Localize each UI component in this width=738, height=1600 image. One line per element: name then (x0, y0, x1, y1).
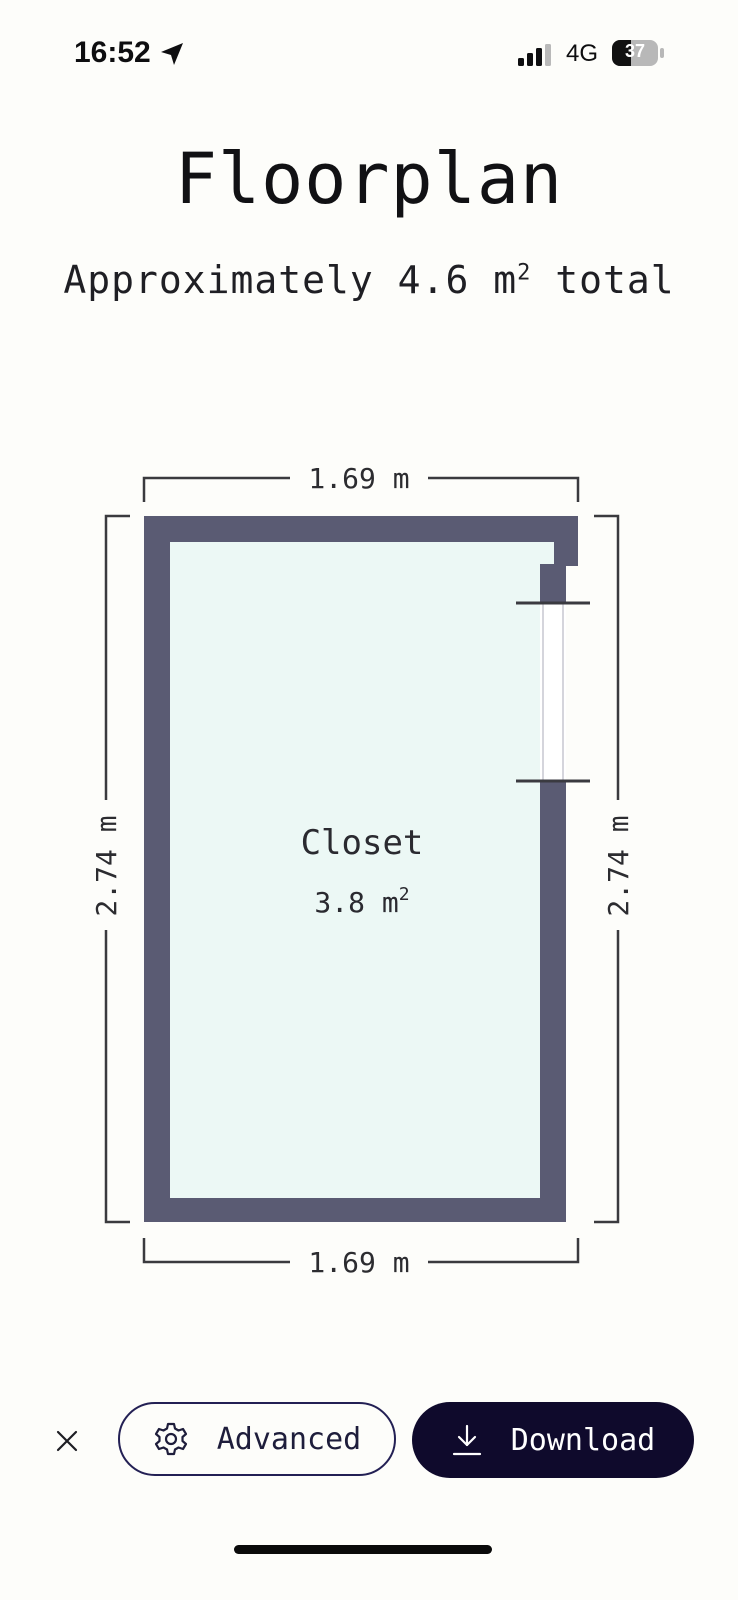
room-area-value: 3.8 m (314, 886, 398, 919)
wall-right-step (540, 564, 566, 604)
advanced-button[interactable]: Advanced (118, 1402, 396, 1476)
close-icon (56, 1430, 78, 1452)
advanced-label: Advanced (216, 1421, 362, 1457)
location-arrow-icon (161, 43, 183, 65)
signal-icon (518, 44, 551, 66)
wall-top (144, 516, 578, 542)
gear-icon (154, 1422, 187, 1456)
room-name: Closet (301, 823, 424, 863)
status-time: 16:52 (74, 36, 151, 69)
network-type: 4G (566, 40, 599, 67)
page-title: Floorplan (174, 138, 564, 220)
wall-right-lower (540, 780, 566, 1222)
dimension-left: 2.74 m (90, 815, 123, 916)
wall-bottom (144, 1198, 566, 1222)
download-label: Download (510, 1422, 656, 1458)
battery-level: 37 (624, 41, 646, 61)
dimension-right: 2.74 m (602, 815, 635, 916)
total-area-subtitle: Approximately 4.6 m2 total (0, 258, 738, 302)
wall-left (144, 516, 170, 1222)
status-bar: 16:52 4G 37 (0, 0, 738, 100)
room-area-superscript: 2 (399, 884, 410, 905)
home-indicator[interactable] (234, 1545, 492, 1554)
room-area: 3.8 m2 (314, 884, 409, 919)
download-icon (452, 1424, 481, 1456)
subtitle-suffix: total (531, 258, 675, 302)
dimension-top: 1.69 m (308, 462, 409, 495)
subtitle-superscript: 2 (517, 260, 532, 286)
download-button[interactable]: Download (412, 1402, 694, 1478)
dimension-bottom: 1.69 m (308, 1246, 409, 1279)
floorplan-drawing: 1.69 m 1.69 m 2.74 m 2.74 m Closet 3.8 m… (90, 462, 635, 1279)
closet-floor (170, 540, 554, 1198)
wall-right-upper (554, 516, 578, 566)
close-button[interactable] (44, 1418, 90, 1464)
subtitle-prefix: Approximately 4.6 m (63, 258, 518, 302)
